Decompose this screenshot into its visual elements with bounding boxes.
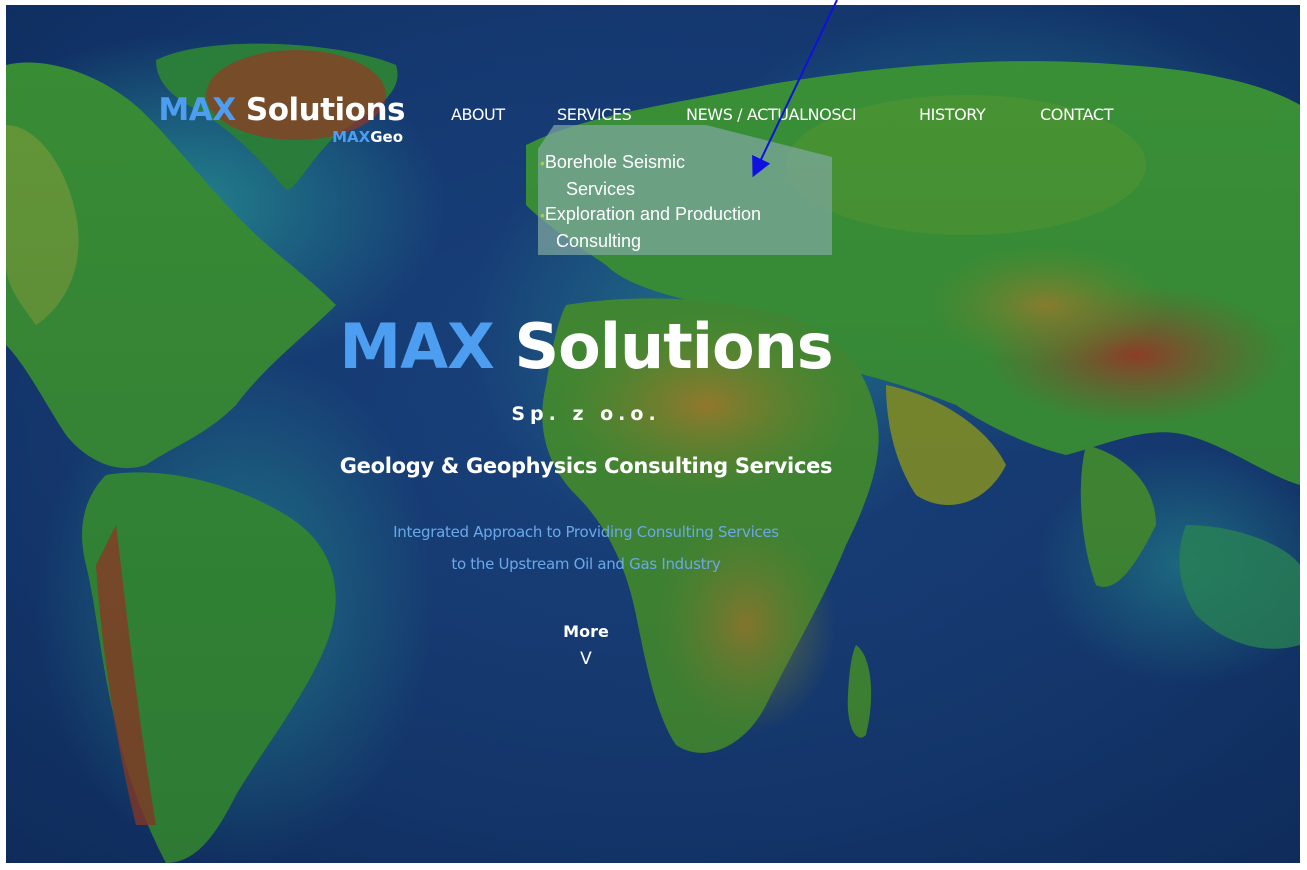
nav-history[interactable]: HISTORY (919, 105, 986, 124)
hero-tagline: Geology & Geophysics Consulting Services (339, 454, 833, 478)
logo-sub-brand: MAXGeo (145, 128, 405, 146)
dropdown-item-label-cont: Services (566, 179, 636, 199)
more-link[interactable]: More (6, 622, 1166, 641)
dropdown-item-label: Borehole Seismic (544, 152, 685, 172)
sublogo-geo: Geo (370, 128, 403, 146)
hero-legal-form: Sp. z o.o. (511, 403, 661, 425)
dropdown-item-label-cont: Consulting (556, 231, 642, 251)
dropdown-item-exploration-production[interactable]: •Exploration and Production Consulting (540, 201, 761, 254)
hero-title-solutions: Solutions (514, 310, 833, 383)
chevron-down-icon[interactable]: V (6, 649, 1166, 669)
dropdown-item-label: Exploration and Production (544, 204, 762, 224)
sublogo-max: MAX (332, 128, 371, 146)
hero-description-line2: to the Upstream Oil and Gas Industry (451, 555, 721, 573)
nav-about[interactable]: ABOUT (451, 105, 505, 124)
hero-description-line1: Integrated Approach to Providing Consult… (393, 523, 779, 541)
nav-news[interactable]: NEWS / ACTUALNOSCI (686, 105, 857, 124)
hero-title: MAX Solutions (6, 310, 1166, 383)
hero-title-max: MAX (339, 310, 494, 383)
dropdown-item-borehole-seismic[interactable]: •Borehole Seismic Services (540, 149, 685, 202)
page-frame: MAX Solutions MAXGeo ABOUT SERVICES NEWS… (6, 5, 1300, 863)
nav-contact[interactable]: CONTACT (1040, 105, 1113, 124)
services-dropdown: •Borehole Seismic Services •Exploration … (536, 123, 836, 257)
nav-services[interactable]: SERVICES (557, 105, 632, 124)
